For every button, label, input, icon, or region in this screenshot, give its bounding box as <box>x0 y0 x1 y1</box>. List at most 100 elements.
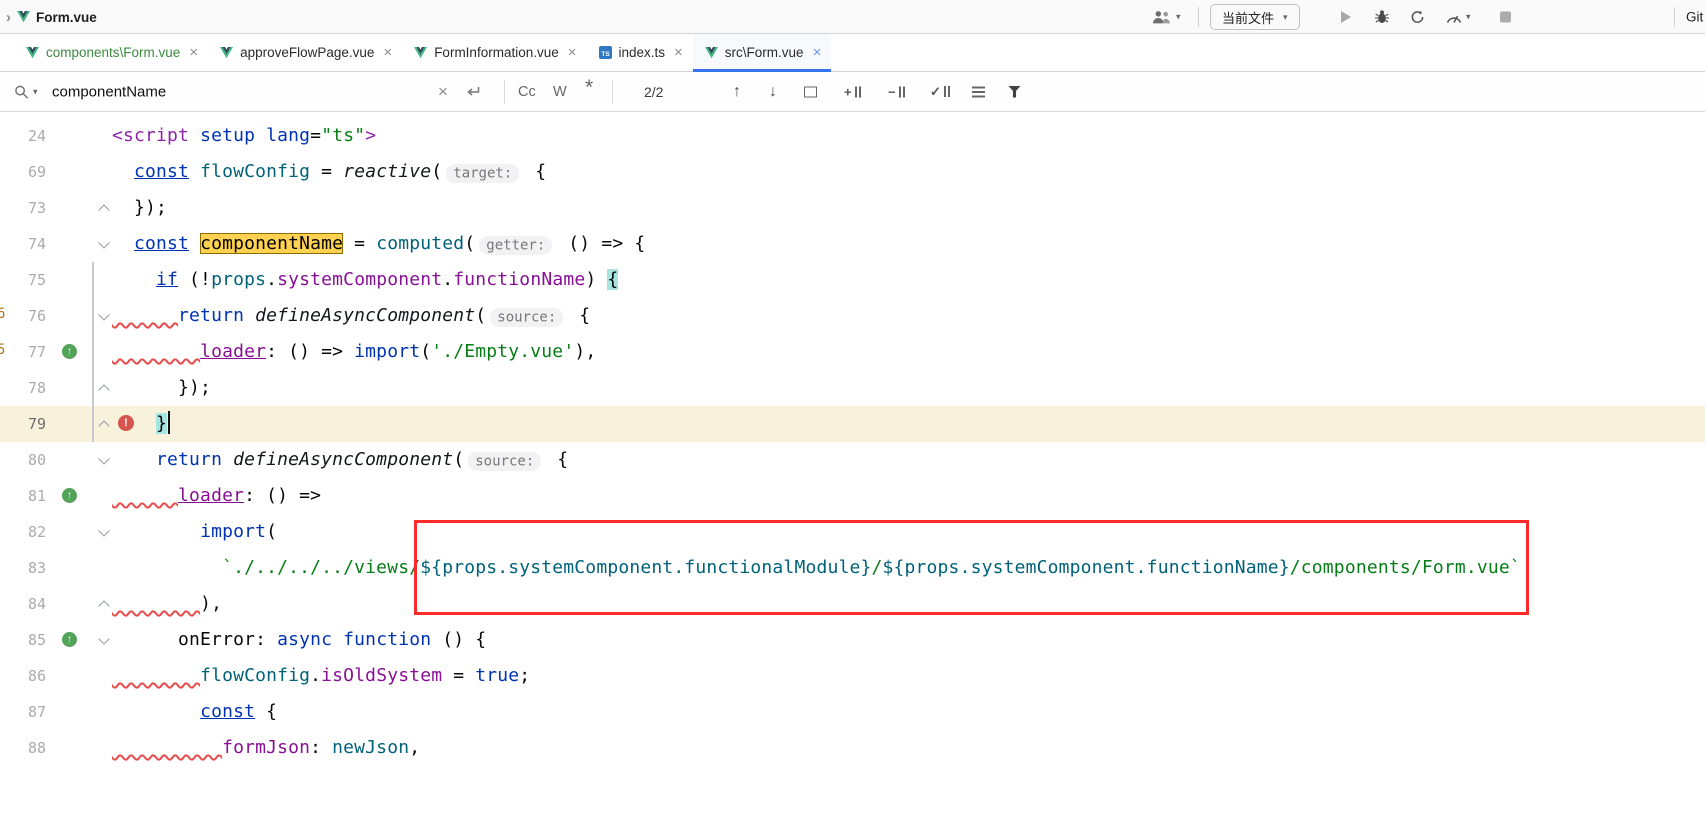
fold-icon[interactable] <box>98 204 109 215</box>
code-token: props <box>211 269 266 290</box>
regex-toggle[interactable]: * <box>585 76 593 100</box>
recursive-call-icon[interactable]: ↑ <box>62 488 77 503</box>
editor-tab[interactable]: TSindex.ts× <box>587 34 693 71</box>
code-text[interactable]: return defineAsyncComponent(source: { <box>112 298 590 334</box>
editor-tab[interactable]: approveFlowPage.vue× <box>208 34 402 71</box>
editor-tab[interactable]: components\Form.vue× <box>14 34 208 71</box>
code-text[interactable]: } <box>112 406 170 442</box>
debug-icon[interactable] <box>1374 9 1390 25</box>
fold-icon[interactable] <box>98 384 109 395</box>
line-number[interactable]: 80 <box>0 442 46 478</box>
users-dropdown-icon[interactable]: ▾ <box>1176 11 1181 22</box>
line-number[interactable]: 77 <box>0 334 46 370</box>
line-number[interactable]: 75 <box>0 262 46 298</box>
add-occurrence-icon[interactable]: + <box>844 84 861 99</box>
clear-icon[interactable]: × <box>438 82 448 102</box>
code-token <box>112 233 134 254</box>
fold-icon[interactable] <box>98 309 109 320</box>
editor[interactable]: 24 <script setup lang="ts"> 69 const flowC… <box>0 112 1705 820</box>
recursive-call-icon[interactable]: ↑ <box>62 632 77 647</box>
code-token: ( <box>464 233 475 254</box>
run-icon[interactable] <box>1340 10 1352 24</box>
fold-icon[interactable] <box>98 525 109 536</box>
git-menu-button[interactable]: Git <box>1686 9 1703 24</box>
code-text[interactable]: if (!props.systemComponent.functionName)… <box>112 262 618 298</box>
previous-match-icon[interactable]: ↑ <box>733 83 741 101</box>
code-text[interactable]: `./../../../views/${props.systemComponen… <box>112 550 1521 586</box>
match-case-toggle[interactable]: Cc <box>518 84 536 100</box>
recursive-call-icon[interactable]: ↑ <box>62 344 77 359</box>
match-count: 2/2 <box>644 84 663 100</box>
run-config-button[interactable]: 当前文件 ▾ <box>1210 4 1300 30</box>
code-token <box>222 449 233 470</box>
code-token: } <box>156 413 167 434</box>
line-number[interactable]: 81 <box>0 478 46 514</box>
editor-tab[interactable]: src\Form.vue× <box>693 34 832 71</box>
line-number[interactable]: 83 <box>0 550 46 586</box>
fold-icon[interactable] <box>98 633 109 644</box>
line-number[interactable]: 79 <box>0 406 46 442</box>
chevron-right-icon[interactable]: › <box>6 9 11 26</box>
code-text[interactable]: }); <box>112 190 167 226</box>
newline-icon[interactable] <box>466 86 481 98</box>
line-number[interactable]: 85 <box>0 622 46 658</box>
fold-icon[interactable] <box>98 420 109 431</box>
line-number[interactable]: 74 <box>0 226 46 262</box>
editor-tab[interactable]: FormInformation.vue× <box>402 34 586 71</box>
line-number[interactable]: 73 <box>0 190 46 226</box>
code-text[interactable]: <script setup lang="ts"> <box>112 118 376 154</box>
code-text[interactable]: import( <box>112 514 277 550</box>
separator <box>1198 7 1199 27</box>
code-token: = <box>310 161 343 182</box>
line-number[interactable]: 82 <box>0 514 46 550</box>
select-all-occurrences-icon[interactable]: ✓ <box>930 84 950 100</box>
close-icon[interactable]: × <box>568 44 577 61</box>
code-text[interactable]: const { <box>112 694 277 730</box>
search-icon[interactable] <box>14 84 29 99</box>
remove-occurrence-icon[interactable]: − <box>888 84 905 99</box>
close-icon[interactable]: × <box>189 44 198 61</box>
code-text[interactable]: formJson: newJson, <box>112 730 420 766</box>
search-options-chevron-icon[interactable]: ▾ <box>33 86 38 97</box>
code-token: = <box>442 665 475 686</box>
fold-icon[interactable] <box>98 453 109 464</box>
close-icon[interactable]: × <box>813 44 822 61</box>
filter-icon[interactable] <box>1008 86 1021 98</box>
code-token <box>255 125 266 146</box>
line-number[interactable]: 76 <box>0 298 46 334</box>
code-text[interactable]: onError: async function () { <box>112 622 486 658</box>
profiler-dropdown-icon[interactable]: ▾ <box>1466 11 1471 22</box>
line-number[interactable]: 84 <box>0 586 46 622</box>
line-number[interactable]: 86 <box>0 658 46 694</box>
fold-icon[interactable] <box>98 237 109 248</box>
inlay-hint: target: <box>446 164 519 183</box>
code-text[interactable]: const componentName = computed(getter: (… <box>112 226 645 262</box>
find-in-selection-icon[interactable] <box>804 86 817 97</box>
code-text[interactable]: loader: () => import('./Empty.vue'), <box>112 334 596 370</box>
profiler-icon[interactable] <box>1446 10 1462 23</box>
line-number[interactable]: 24 <box>0 118 46 154</box>
line-number[interactable]: 78 <box>0 370 46 406</box>
users-icon[interactable] <box>1152 9 1171 24</box>
code-text[interactable]: flowConfig.isOldSystem = true; <box>112 658 530 694</box>
stop-icon[interactable] <box>1500 11 1511 22</box>
next-match-icon[interactable]: ↓ <box>769 83 777 101</box>
line-number[interactable]: 88 <box>0 730 46 766</box>
coverage-icon[interactable] <box>1410 9 1425 24</box>
line-number[interactable]: 87 <box>0 694 46 730</box>
code-text[interactable]: const flowConfig = reactive(target: { <box>112 154 546 190</box>
close-icon[interactable]: × <box>383 44 392 61</box>
whole-words-toggle[interactable]: W <box>553 84 567 100</box>
code-text[interactable]: loader: () => <box>112 478 321 514</box>
close-icon[interactable]: × <box>674 44 683 61</box>
code-text[interactable]: return defineAsyncComponent(source: { <box>112 442 568 478</box>
line-number[interactable]: 69 <box>0 154 46 190</box>
code-token: const <box>200 701 255 722</box>
menu-icon[interactable] <box>972 86 985 97</box>
fold-icon[interactable] <box>98 600 109 611</box>
code-text[interactable]: ), <box>112 586 222 622</box>
code-token: systemComponent <box>277 269 442 290</box>
search-input[interactable]: componentName <box>52 83 166 100</box>
code-line: 81 ↑ loader: () => <box>0 478 1705 514</box>
code-text[interactable]: }); <box>112 370 211 406</box>
